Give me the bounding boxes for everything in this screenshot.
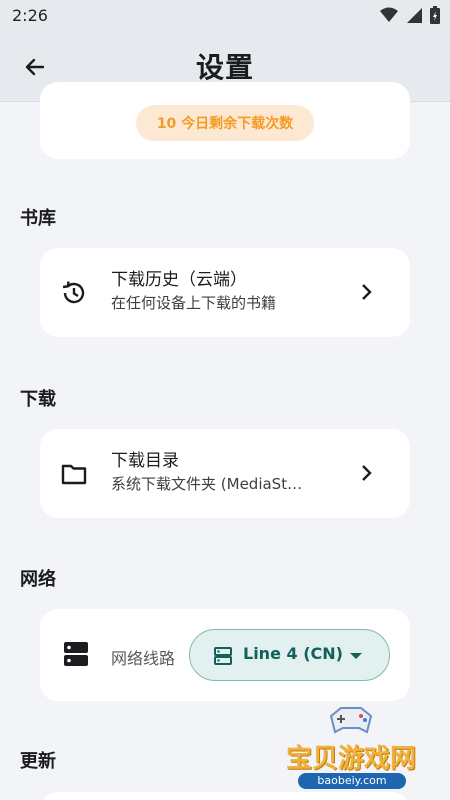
caret-down-icon bbox=[350, 653, 362, 659]
chevron-right-icon bbox=[362, 465, 372, 481]
battery-icon bbox=[430, 6, 440, 24]
download-history-title: 下载历史（云端） bbox=[111, 270, 247, 290]
page-title: 设置 bbox=[195, 51, 254, 84]
network-line-value: Line 4 (CN) bbox=[243, 644, 343, 663]
status-bar: 2:26 bbox=[0, 0, 450, 32]
gamepad-icon bbox=[329, 707, 373, 734]
history-icon bbox=[60, 279, 88, 307]
section-network-label: 网络 bbox=[20, 569, 56, 590]
network-line-item: 网络线路 Line 4 (CN) bbox=[40, 609, 410, 701]
folder-icon bbox=[60, 460, 88, 488]
section-update-label: 更新 bbox=[20, 751, 56, 772]
watermark-url: baobeiy.com bbox=[298, 773, 406, 789]
section-library-label: 书库 bbox=[20, 208, 56, 229]
section-download-label: 下载 bbox=[20, 389, 56, 410]
settings-list[interactable]: 10 今日剩余下载次数 书库 下载历史（云端） 在任何设备上下载的书籍 下载 下… bbox=[0, 82, 450, 800]
watermark-logo: 宝贝游戏网 baobeiy.com bbox=[276, 702, 436, 800]
network-line-label: 网络线路 bbox=[111, 649, 176, 668]
chevron-right-icon bbox=[362, 284, 372, 300]
download-quota-badge: 10 今日剩余下载次数 bbox=[136, 105, 314, 141]
status-time: 2:26 bbox=[12, 6, 48, 25]
download-history-item[interactable]: 下载历史（云端） 在任何设备上下载的书籍 bbox=[40, 248, 410, 337]
watermark-text: 宝贝游戏网 bbox=[285, 744, 416, 774]
signal-icon bbox=[407, 8, 422, 23]
wifi-icon bbox=[380, 7, 398, 22]
download-history-subtitle: 在任何设备上下载的书籍 bbox=[111, 294, 277, 312]
status-icons bbox=[380, 6, 440, 24]
server-icon bbox=[62, 640, 90, 668]
download-directory-title: 下载目录 bbox=[111, 451, 179, 471]
network-line-dropdown[interactable]: Line 4 (CN) bbox=[189, 629, 390, 681]
quota-card: 10 今日剩余下载次数 bbox=[40, 82, 410, 159]
download-directory-item[interactable]: 下载目录 系统下载文件夹 (MediaSt… bbox=[40, 429, 410, 518]
dns-icon bbox=[214, 647, 232, 665]
download-directory-path: 系统下载文件夹 (MediaSt… bbox=[111, 475, 303, 493]
